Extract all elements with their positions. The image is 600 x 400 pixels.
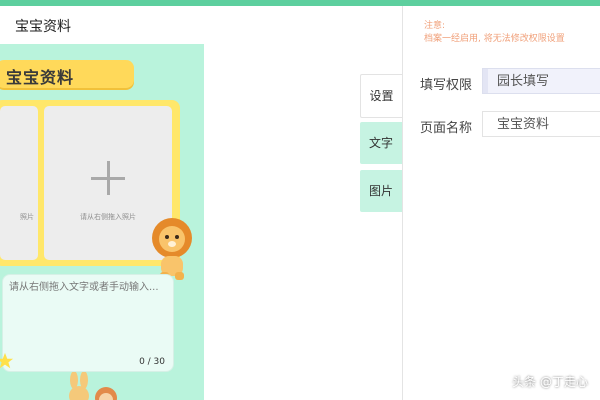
char-counter: 0 / 30 [139, 357, 165, 367]
panel-divider [402, 6, 403, 400]
page-name-input[interactable]: 宝宝资料 [482, 111, 600, 137]
text-input-box[interactable]: 请从右侧拖入文字或者手动输入... 0 / 30 [2, 274, 174, 372]
plus-icon [91, 161, 125, 195]
permission-select[interactable]: 园长填写 [482, 68, 600, 94]
bunny-sticker-icon [69, 372, 117, 400]
lion-sticker-icon [152, 218, 192, 280]
permission-label: 填写权限 [420, 78, 473, 93]
banner-title: 宝宝资料 [6, 68, 75, 87]
preview-header: 宝宝资料 [0, 6, 204, 45]
text-placeholder: 请从右侧拖入文字或者手动输入... [9, 282, 159, 293]
page-preview: 宝宝资料 照片 请从右侧拖入照片 请从右侧拖入文字或者手动输入... 0 / 3… [0, 44, 204, 400]
tab-images[interactable]: 图片 [360, 170, 402, 212]
notice-title: 注意: [424, 21, 446, 31]
watermark: 头条 @丁走心 [512, 375, 588, 389]
tab-settings[interactable]: 设置 [360, 74, 402, 118]
star-icon [0, 352, 14, 369]
page-name-label: 页面名称 [420, 121, 473, 136]
notice-body: 档案一经启用, 将无法修改权限设置 [424, 34, 565, 44]
photo-slot-hint: 照片 [20, 213, 34, 221]
tab-text[interactable]: 文字 [360, 122, 402, 164]
title-banner[interactable]: 宝宝资料 [0, 60, 134, 88]
photo-slot-left[interactable]: 照片 [0, 106, 38, 260]
notice-text: 注意: 档案一经启用, 将无法修改权限设置 [424, 20, 565, 46]
page-title: 宝宝资料 [15, 19, 71, 35]
